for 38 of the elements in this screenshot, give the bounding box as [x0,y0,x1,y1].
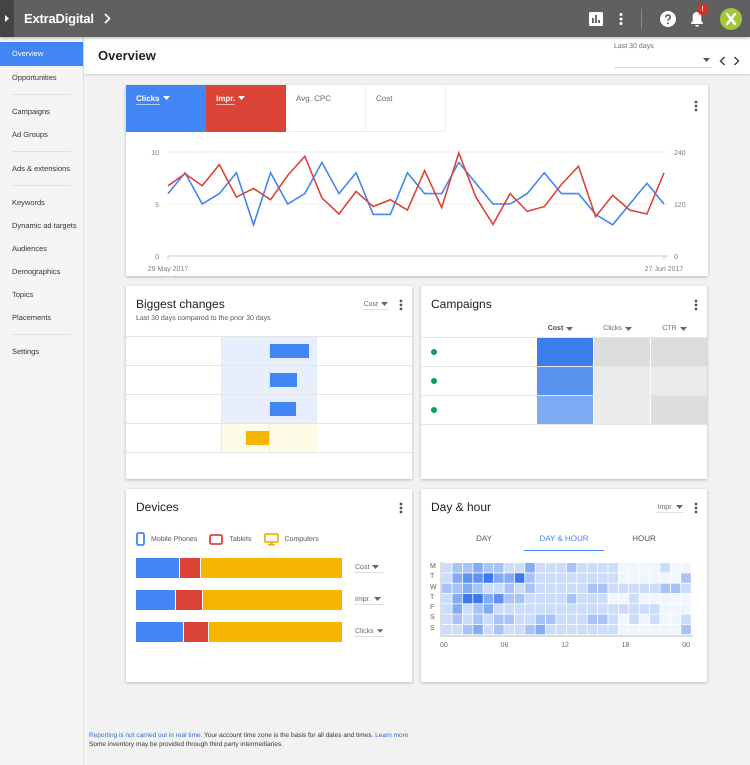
view-tab[interactable]: HOUR [604,534,684,551]
caret-icon [680,326,687,330]
card-title: Day & hour [431,500,492,514]
caret-icon [376,629,383,633]
page-title: Overview [98,48,156,63]
bell-icon[interactable] [690,10,704,26]
more-icon[interactable] [399,299,403,311]
more-icon[interactable] [694,299,698,311]
card-title: Devices [136,500,179,514]
card-title: Campaigns [431,297,492,311]
help-icon[interactable] [660,10,676,26]
caret-icon [381,302,388,306]
caret-icon [676,505,683,509]
more-icon[interactable] [399,502,403,514]
caret-icon [624,326,632,330]
caret-icon [372,565,380,569]
caret-icon [703,58,710,62]
metric-tab[interactable]: Cost [366,85,446,132]
chevron-left-icon[interactable] [719,56,726,66]
chevron-right-icon[interactable] [733,56,740,66]
caret-icon [374,597,381,601]
card-title: Biggest changes [136,297,226,311]
caret-icon [162,96,170,100]
view-tab[interactable]: DAY & HOUR [524,534,604,551]
avatar-icon[interactable] [720,8,742,30]
more-icon[interactable] [619,12,623,26]
metric-tab[interactable]: Impr. [206,85,286,132]
more-icon[interactable] [694,100,698,112]
bar-chart-icon[interactable] [589,12,603,26]
sidebar-toggle[interactable] [0,0,14,37]
brand-name[interactable]: ExtraDigital [24,11,94,26]
caret-icon [566,326,574,330]
view-tab[interactable]: DAY [444,534,524,551]
caret-icon [238,96,246,100]
triangle-icon [5,15,9,22]
more-icon[interactable] [694,502,698,514]
metric-tab[interactable]: Clicks [126,85,206,132]
metric-tab[interactable]: Avg. CPC [286,85,366,132]
